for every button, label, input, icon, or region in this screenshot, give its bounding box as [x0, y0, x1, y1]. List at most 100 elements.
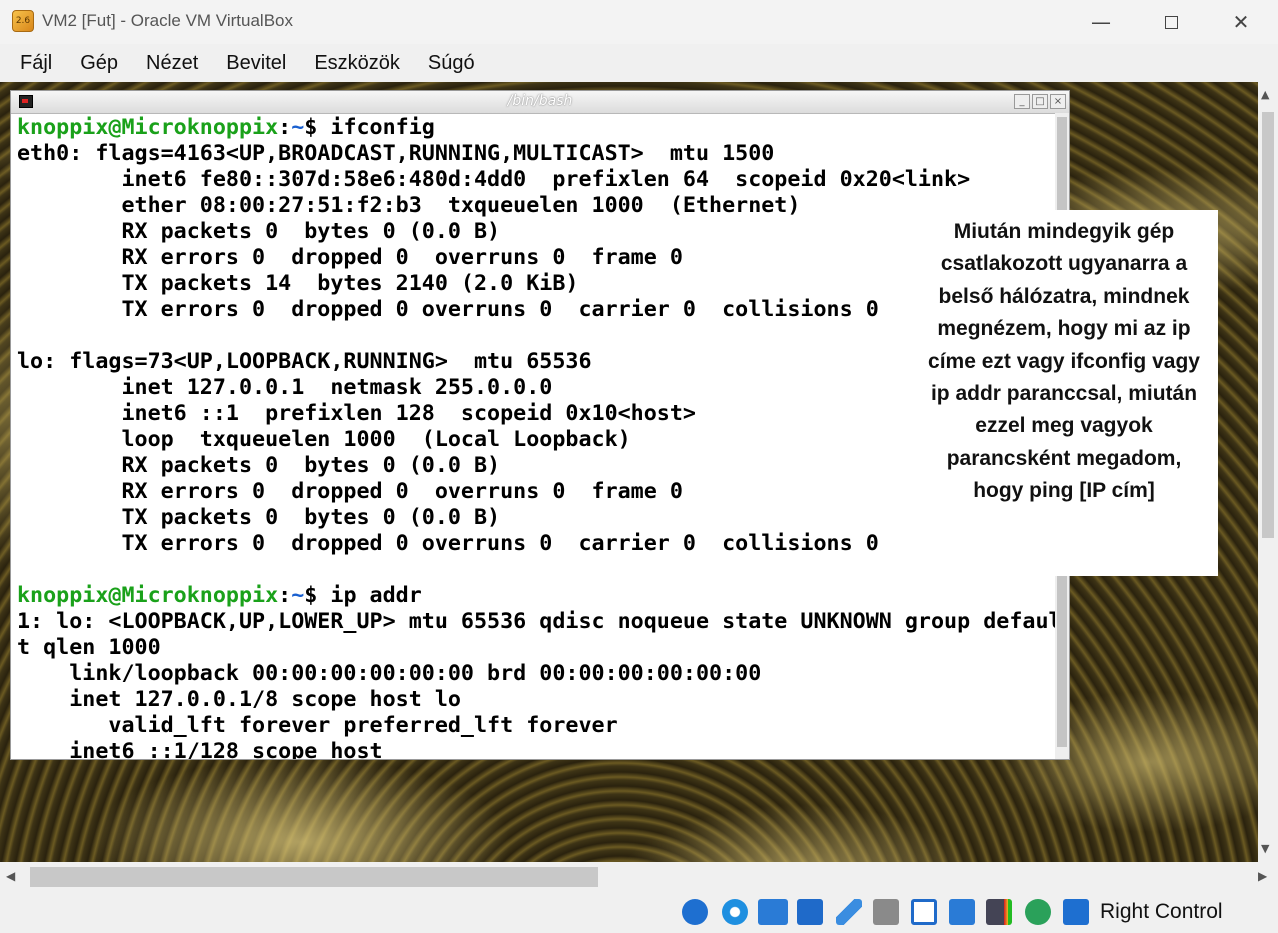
- prompt-user: knoppix@Microknoppix: [17, 115, 279, 140]
- terminal-output-line: lo: flags=73<UP,LOOPBACK,RUNNING> mtu 65…: [17, 349, 1057, 375]
- annotation-line: Miután mindegyik gép: [953, 220, 1175, 243]
- output-text: valid_lft forever preferred_lft forever: [17, 713, 618, 738]
- network-icon[interactable]: [797, 899, 823, 925]
- terminal-title: /bin/bash: [507, 93, 573, 109]
- prompt-separator: :: [278, 115, 292, 140]
- command-text: ip addr: [330, 583, 422, 608]
- annotation-line: hogy ping [IP cím]: [973, 479, 1155, 503]
- scroll-up-icon[interactable]: ▲: [1261, 88, 1269, 101]
- prompt-symbol: $: [304, 583, 331, 608]
- command-text: ifconfig: [330, 115, 435, 140]
- terminal-prompt-line: knoppix@Microknoppix:~$ ip addr: [17, 583, 1057, 609]
- terminal-minimize-button[interactable]: _: [1014, 94, 1030, 109]
- hard-disk-icon[interactable]: [682, 899, 708, 925]
- minimize-button[interactable]: —: [1066, 0, 1136, 44]
- menu-help[interactable]: Súgó: [414, 52, 489, 75]
- terminal-output-line: eth0: flags=4163<UP,BROADCAST,RUNNING,MU…: [17, 141, 1057, 167]
- scroll-down-icon[interactable]: ▼: [1261, 842, 1269, 855]
- terminal-titlebar[interactable]: /bin/bash _ □ ×: [11, 91, 1069, 114]
- terminal-output-line: loop txqueuelen 1000 (Local Loopback): [17, 427, 1057, 453]
- output-text: eth0: flags=4163<UP,BROADCAST,RUNNING,MU…: [17, 141, 775, 166]
- maximize-icon: [1164, 15, 1178, 29]
- terminal-output-line: 1: lo: <LOOPBACK,UP,LOWER_UP> mtu 65536 …: [17, 609, 1057, 635]
- output-text: TX packets 14 bytes 2140 (2.0 KiB): [17, 271, 579, 296]
- annotation-line: megnézem, hogy mi az ip: [937, 317, 1191, 341]
- annotation-line: csatlakozott ugyanarra a: [940, 252, 1188, 276]
- host-key-label: Right Control: [1100, 900, 1223, 923]
- terminal-output-line: TX errors 0 dropped 0 overruns 0 carrier…: [17, 531, 1057, 557]
- video-capture-icon[interactable]: [949, 899, 975, 925]
- terminal-output-line: inet6 ::1 prefixlen 128 scopeid 0x10<hos…: [17, 401, 1057, 427]
- menu-machine[interactable]: Gép: [66, 52, 132, 75]
- close-button[interactable]: ✕: [1206, 0, 1276, 44]
- optical-drive-icon[interactable]: [722, 899, 748, 925]
- menu-devices[interactable]: Eszközök: [300, 52, 414, 75]
- output-text: inet 127.0.0.1/8 scope host lo: [17, 687, 461, 712]
- terminal-output-line: t qlen 1000: [17, 635, 1057, 661]
- prompt-separator: :: [278, 583, 292, 608]
- output-text: ether 08:00:27:51:f2:b3 txqueuelen 1000 …: [17, 193, 801, 218]
- output-text: RX packets 0 bytes 0 (0.0 B): [17, 453, 501, 478]
- minimize-icon: —: [1091, 10, 1111, 34]
- annotation-note: Miután mindegyik gép csatlakozott ugyanar…: [910, 210, 1218, 576]
- output-text: RX errors 0 dropped 0 overruns 0 frame 0: [17, 479, 683, 504]
- virtualization-icon[interactable]: [986, 899, 1012, 925]
- terminal-prompt-line: knoppix@Microknoppix:~$ ifconfig: [17, 115, 1057, 141]
- maximize-button[interactable]: [1136, 0, 1206, 44]
- output-text: TX errors 0 dropped 0 overruns 0 carrier…: [17, 531, 879, 556]
- terminal-output-line: inet 127.0.0.1/8 scope host lo: [17, 687, 1057, 713]
- output-text: RX packets 0 bytes 0 (0.0 B): [17, 219, 501, 244]
- output-text: RX errors 0 dropped 0 overruns 0 frame 0: [17, 245, 683, 270]
- menu-view[interactable]: Nézet: [132, 52, 212, 75]
- annotation-line: ip addr paranccsal, miután: [930, 382, 1198, 406]
- terminal-output-line: link/loopback 00:00:00:00:00:00 brd 00:0…: [17, 661, 1057, 687]
- output-text: loop txqueuelen 1000 (Local Loopback): [17, 427, 631, 452]
- terminal-output[interactable]: knoppix@Microknoppix:~$ ifconfig eth0: fl…: [17, 115, 1057, 760]
- output-text: t qlen 1000: [17, 635, 161, 660]
- annotation-line: parancsként megadom,: [946, 446, 1182, 470]
- horizontal-scroll-thumb[interactable]: [30, 867, 598, 887]
- output-text: 1: lo: <LOOPBACK,UP,LOWER_UP> mtu 65536 …: [17, 609, 1057, 634]
- terminal-close-button[interactable]: ×: [1050, 94, 1066, 109]
- mouse-integration-icon[interactable]: [1025, 899, 1051, 925]
- prompt-symbol: $: [304, 115, 331, 140]
- prompt-user: knoppix@Microknoppix: [17, 583, 279, 608]
- audio-icon[interactable]: [758, 899, 788, 925]
- annotation-line: ezzel meg vagyok: [975, 414, 1153, 438]
- annotation-line: címe ezt vagy ifconfig vagy: [928, 349, 1200, 373]
- close-icon: ✕: [1232, 10, 1250, 34]
- status-bar: Right Control: [0, 892, 1278, 933]
- terminal-output-line: inet 127.0.0.1 netmask 255.0.0.0: [17, 375, 1057, 401]
- output-text: inet6 ::1 prefixlen 128 scopeid 0x10<hos…: [17, 401, 696, 426]
- terminal-output-line: TX errors 0 dropped 0 overruns 0 carrier…: [17, 297, 1057, 323]
- terminal-output-line: TX packets 14 bytes 2140 (2.0 KiB): [17, 271, 1057, 297]
- menu-file[interactable]: Fájl: [0, 52, 66, 75]
- prompt-path: ~: [291, 115, 305, 140]
- annotation-line: belső hálózatra, mindnek: [938, 284, 1190, 308]
- usb-icon[interactable]: [836, 899, 862, 925]
- horizontal-scrollbar[interactable]: ◀ ▶: [0, 862, 1278, 892]
- terminal-output-line: ether 08:00:27:51:f2:b3 txqueuelen 1000 …: [17, 193, 1057, 219]
- output-text: lo: flags=73<UP,LOOPBACK,RUNNING> mtu 65…: [17, 349, 592, 374]
- output-text: inet6 fe80::307d:58e6:480d:4dd0 prefixle…: [17, 167, 971, 192]
- terminal-output-line: valid_lft forever preferred_lft forever: [17, 713, 1057, 739]
- terminal-output-line: RX errors 0 dropped 0 overruns 0 frame 0: [17, 479, 1057, 505]
- output-text: link/loopback 00:00:00:00:00:00 brd 00:0…: [17, 661, 762, 686]
- scroll-left-icon[interactable]: ◀: [6, 869, 15, 883]
- prompt-path: ~: [291, 583, 305, 608]
- menu-input[interactable]: Bevitel: [212, 52, 300, 75]
- vertical-scrollbar[interactable]: ▲ ▼: [1258, 82, 1278, 862]
- keyboard-capture-icon[interactable]: [1063, 899, 1089, 925]
- vertical-scroll-thumb[interactable]: [1262, 112, 1274, 538]
- terminal-maximize-button[interactable]: □: [1032, 94, 1048, 109]
- output-text: TX packets 0 bytes 0 (0.0 B): [17, 505, 501, 530]
- output-text: inet6 ::1/128 scope host: [17, 739, 383, 760]
- menu-bar: Fájl Gép Nézet Bevitel Eszközök Súgó: [0, 44, 1278, 82]
- terminal-output-line: RX packets 0 bytes 0 (0.0 B): [17, 219, 1057, 245]
- window-title: VM2 [Fut] - Oracle VM VirtualBox: [42, 11, 293, 30]
- shared-folders-icon[interactable]: [873, 899, 899, 925]
- scroll-right-icon[interactable]: ▶: [1258, 869, 1267, 883]
- display-icon[interactable]: [911, 899, 937, 925]
